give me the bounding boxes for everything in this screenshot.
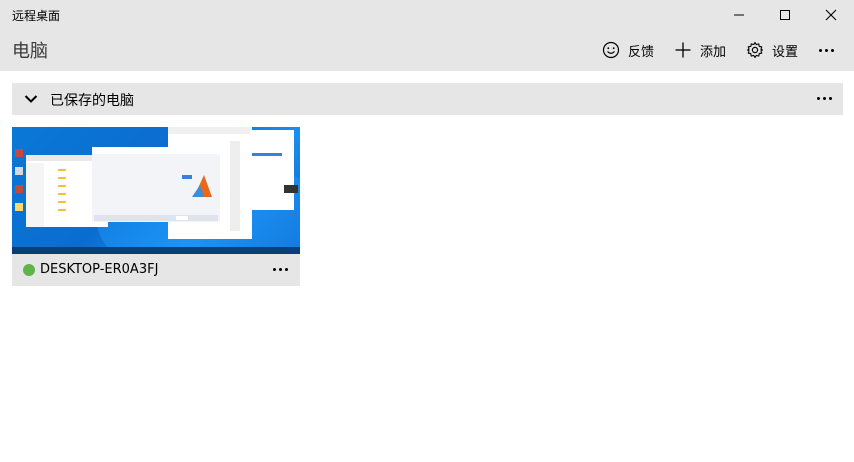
pc-tile[interactable]: DESKTOP-ER0A3FJ	[12, 127, 300, 286]
desktop-preview-image	[12, 127, 300, 254]
pc-name: DESKTOP-ER0A3FJ	[40, 262, 159, 277]
title-bar: 远程桌面	[0, 0, 854, 30]
add-button[interactable]: 添加	[674, 38, 726, 62]
maximize-button[interactable]	[762, 0, 808, 30]
settings-button[interactable]: 设置	[746, 38, 798, 62]
smiley-icon	[602, 41, 620, 59]
feedback-button[interactable]: 反馈	[602, 38, 654, 62]
pc-thumbnail[interactable]	[12, 127, 300, 254]
maximize-icon	[780, 10, 790, 20]
chevron-down-icon[interactable]	[23, 91, 39, 107]
minimize-button[interactable]	[716, 0, 762, 30]
plus-icon	[675, 42, 691, 58]
settings-label: 设置	[772, 44, 799, 60]
minimize-icon	[734, 14, 744, 16]
saved-pcs-header[interactable]: 已保存的电脑	[12, 83, 843, 115]
window-title: 远程桌面	[12, 9, 61, 23]
online-status-indicator	[23, 264, 35, 276]
section-title: 已保存的电脑	[50, 93, 134, 109]
feedback-label: 反馈	[628, 44, 655, 60]
close-button[interactable]	[808, 0, 854, 30]
command-bar: 电脑 反馈 添加 设置	[0, 30, 854, 71]
add-label: 添加	[700, 44, 727, 60]
page-title: 电脑	[12, 41, 48, 62]
more-options-icon[interactable]	[819, 49, 834, 52]
gear-icon	[746, 41, 764, 59]
close-icon	[825, 9, 837, 21]
pc-more-icon[interactable]	[273, 268, 288, 271]
section-more-icon[interactable]	[817, 97, 832, 100]
